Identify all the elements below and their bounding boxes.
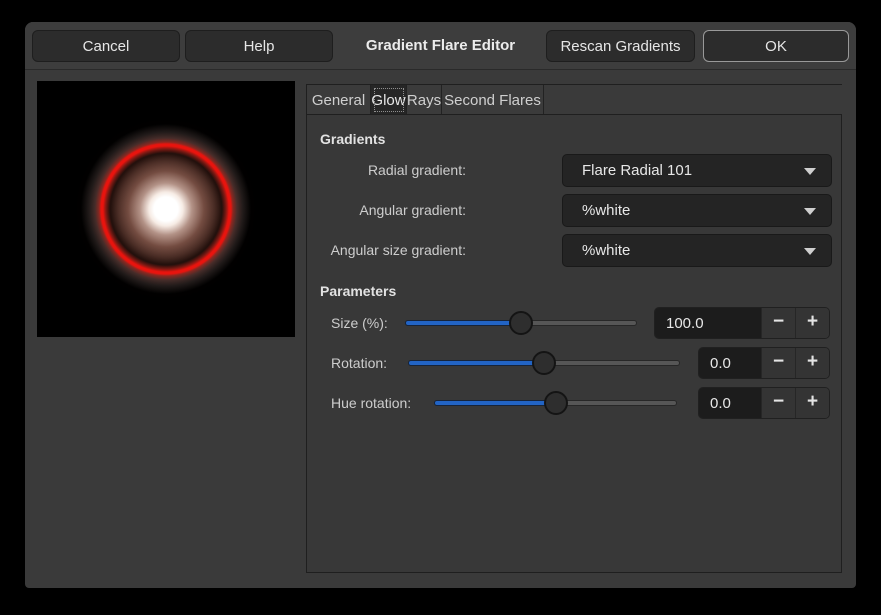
flare-preview [37,81,295,337]
parameters-heading: Parameters [320,281,396,301]
glow-tab-panel: Gradients Radial gradient: Flare Radial … [306,114,842,573]
tab-glow[interactable]: Glow [371,85,407,115]
radial-gradient-select[interactable]: Flare Radial 101 [562,154,832,187]
slider-thumb[interactable] [509,311,533,335]
angular-gradient-select[interactable]: %white [562,194,832,227]
plus-icon[interactable]: + [795,308,829,338]
chevron-down-icon [804,168,816,175]
hue-rotation-spinbox: 0.0 − + [698,387,830,419]
angular-gradient-value: %white [582,202,630,219]
size-label: Size (%): [331,307,388,339]
rotation-label: Rotation: [331,347,387,379]
slider-fill [406,321,521,325]
size-slider[interactable] [406,307,636,339]
tab-second-flares[interactable]: Second Flares [442,85,544,115]
tab-general[interactable]: General [306,85,371,115]
plus-icon[interactable]: + [795,348,829,378]
dialog-header: Cancel Help Gradient Flare Editor Rescan… [25,22,856,70]
hue-rotation-input[interactable]: 0.0 [699,388,761,418]
plus-icon[interactable]: + [795,388,829,418]
minus-icon[interactable]: − [761,308,795,338]
flare-preview-image [37,81,295,337]
minus-icon[interactable]: − [761,348,795,378]
rotation-input[interactable]: 0.0 [699,348,761,378]
ok-button[interactable]: OK [703,30,849,62]
editor-notebook: General Glow Rays Second Flares Gradient… [306,84,842,573]
gradients-heading: Gradients [320,129,385,149]
angular-size-gradient-select[interactable]: %white [562,234,832,267]
help-button[interactable]: Help [185,30,333,62]
minus-icon[interactable]: − [761,388,795,418]
rescan-gradients-button[interactable]: Rescan Gradients [546,30,695,62]
radial-gradient-value: Flare Radial 101 [582,162,692,179]
slider-fill [409,361,544,365]
tab-bar: General Glow Rays Second Flares [306,84,842,114]
slider-fill [435,401,556,405]
chevron-down-icon [804,208,816,215]
radial-gradient-label: Radial gradient: [307,154,466,187]
slider-thumb[interactable] [544,391,568,415]
gradient-flare-editor-dialog: Cancel Help Gradient Flare Editor Rescan… [25,22,856,588]
rotation-spinbox: 0.0 − + [698,347,830,379]
chevron-down-icon [804,248,816,255]
angular-size-gradient-label: Angular size gradient: [307,234,466,267]
tab-rays[interactable]: Rays [407,85,442,115]
size-input[interactable]: 100.0 [655,308,761,338]
hue-rotation-label: Hue rotation: [331,387,411,419]
screen: Cancel Help Gradient Flare Editor Rescan… [0,0,881,615]
angular-size-gradient-value: %white [582,242,630,259]
slider-thumb[interactable] [532,351,556,375]
hue-rotation-slider[interactable] [435,387,676,419]
cancel-button[interactable]: Cancel [32,30,180,62]
angular-gradient-label: Angular gradient: [307,194,466,227]
size-spinbox: 100.0 − + [654,307,830,339]
rotation-slider[interactable] [409,347,679,379]
